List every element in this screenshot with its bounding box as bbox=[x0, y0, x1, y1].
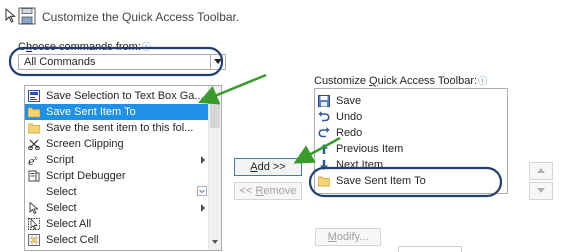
select-cursor-icon bbox=[28, 201, 40, 215]
scrollbar-thumb[interactable] bbox=[210, 100, 220, 128]
list-item-label: Select Cell bbox=[46, 234, 99, 246]
list-item-label: Save Sent Item To bbox=[336, 175, 426, 187]
list-item[interactable]: Select Cell bbox=[25, 232, 221, 248]
svg-text:x: x bbox=[34, 155, 38, 162]
list-item-label: Select bbox=[46, 186, 77, 198]
commands-scrollbar[interactable] bbox=[208, 86, 221, 250]
list-item[interactable]: Next Item bbox=[315, 157, 507, 173]
list-item-label: Save Sent Item To bbox=[46, 106, 136, 118]
list-item[interactable]: ex Script bbox=[25, 152, 221, 168]
expand-button[interactable] bbox=[197, 186, 207, 196]
list-item[interactable]: Screen Clipping bbox=[25, 136, 221, 152]
add-button[interactable]: Add >> bbox=[234, 158, 302, 176]
scroll-down-icon bbox=[212, 240, 218, 244]
submenu-arrow-icon bbox=[201, 204, 205, 212]
choose-commands-dropdown[interactable]: All Commands bbox=[18, 54, 226, 70]
move-up-button[interactable] bbox=[529, 162, 553, 180]
undo-icon bbox=[318, 111, 330, 123]
list-item-label: Script Debugger bbox=[46, 170, 126, 182]
screen-clipping-icon bbox=[28, 138, 40, 151]
list-item[interactable]: Save bbox=[315, 93, 507, 109]
list-item-label: Save Selection to Text Box Ga... bbox=[46, 90, 204, 102]
info-icon: ⓘ bbox=[478, 76, 488, 86]
list-item-label: Select bbox=[46, 202, 77, 214]
select-cell-icon bbox=[28, 234, 40, 246]
reset-button-edge[interactable] bbox=[398, 246, 462, 252]
move-down-button[interactable] bbox=[529, 182, 553, 200]
qat-header-icon bbox=[4, 5, 40, 27]
list-item[interactable]: Select bbox=[25, 200, 221, 216]
list-item[interactable]: Save the sent item to this fol... bbox=[25, 120, 221, 136]
folder-icon bbox=[27, 106, 41, 118]
select-all-icon bbox=[28, 218, 40, 230]
info-icon: ⓘ bbox=[141, 42, 151, 52]
submenu-arrow-icon bbox=[201, 156, 205, 164]
script-icon: ex bbox=[28, 154, 40, 168]
list-item[interactable]: Save Selection to Text Box Ga... bbox=[25, 88, 221, 104]
list-item[interactable]: Save Sent Item To bbox=[25, 104, 221, 120]
submenu-arrow-icon bbox=[507, 177, 508, 185]
list-item-label: Select All bbox=[46, 218, 92, 230]
customize-qat-label: Customize Quick Access Toolbar:ⓘ bbox=[314, 75, 488, 87]
chevron-down-icon bbox=[537, 188, 545, 193]
qat-commands-list[interactable]: Save Undo Redo Previous Item Next Item S… bbox=[314, 88, 508, 194]
list-item[interactable]: Select bbox=[25, 184, 221, 200]
list-item-label: Previous Item bbox=[336, 143, 404, 155]
chevron-up-icon bbox=[537, 168, 545, 173]
folder-icon bbox=[27, 122, 41, 134]
commands-list[interactable]: Save Selection to Text Box Ga... Save Se… bbox=[24, 85, 222, 251]
dropdown-arrow-button[interactable] bbox=[210, 55, 225, 69]
down-arrow-icon bbox=[318, 159, 330, 171]
list-item[interactable]: Select All bbox=[25, 216, 221, 232]
list-item-label: Script bbox=[46, 154, 75, 166]
list-item-label: Next Item bbox=[336, 159, 384, 171]
list-item[interactable]: Redo bbox=[315, 125, 507, 141]
folder-icon bbox=[317, 175, 331, 187]
script-debugger-icon bbox=[28, 170, 40, 182]
remove-button[interactable]: << Remove bbox=[234, 182, 302, 200]
page-title: Customize the Quick Access Toolbar. bbox=[42, 10, 240, 24]
list-item-label: Redo bbox=[336, 127, 363, 139]
choose-commands-label: Choose commands from:ⓘ bbox=[18, 41, 151, 53]
list-item[interactable]: Script Debugger bbox=[25, 168, 221, 184]
list-item-label: Screen Clipping bbox=[46, 138, 124, 150]
list-item[interactable]: Previous Item bbox=[315, 141, 507, 157]
save-icon bbox=[318, 95, 330, 107]
textbox-gallery-icon bbox=[28, 90, 40, 102]
list-item[interactable]: Undo bbox=[315, 109, 507, 125]
list-item[interactable]: Save Sent Item To bbox=[315, 173, 507, 189]
list-item-label: Save the sent item to this fol... bbox=[46, 122, 194, 134]
list-item-label: Save bbox=[336, 95, 362, 107]
list-item-label: Undo bbox=[336, 111, 363, 123]
modify-button[interactable]: Modify... bbox=[315, 228, 381, 246]
up-arrow-icon bbox=[318, 143, 330, 155]
redo-icon bbox=[318, 127, 330, 139]
dropdown-value: All Commands bbox=[24, 56, 96, 68]
chevron-down-icon bbox=[214, 59, 222, 64]
